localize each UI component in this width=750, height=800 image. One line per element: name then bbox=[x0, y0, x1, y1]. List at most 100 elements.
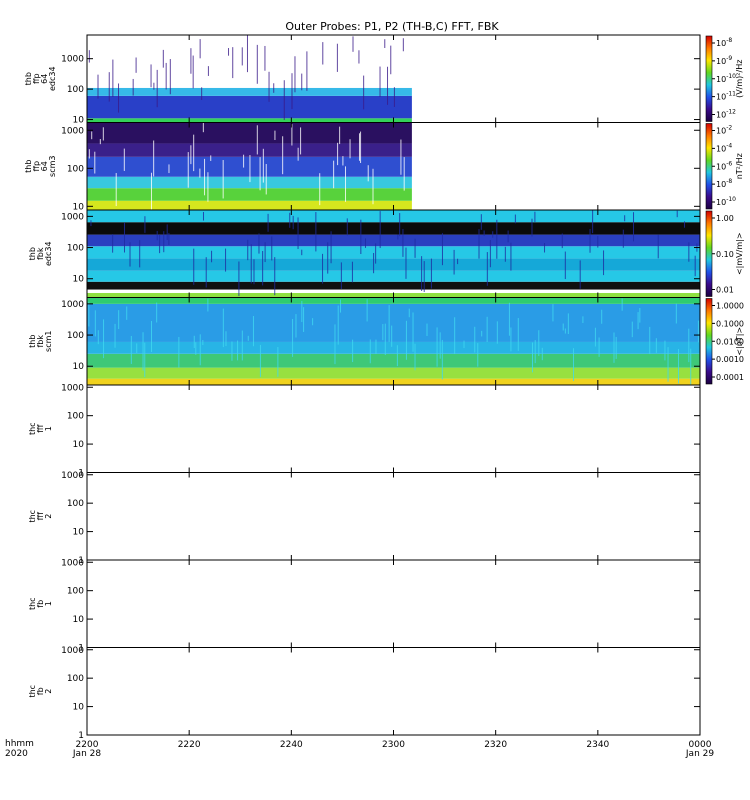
spectrogram-streak bbox=[247, 335, 249, 341]
y-tick-label: 100 bbox=[67, 331, 84, 341]
spectrogram-streak bbox=[327, 242, 329, 274]
y-tick-label: 1000 bbox=[61, 646, 84, 656]
colorbar-tick-label: 1.00 bbox=[716, 214, 734, 223]
spectrogram-streak bbox=[202, 339, 204, 345]
spectrogram-streak bbox=[340, 262, 342, 290]
spectrogram-streak bbox=[118, 83, 120, 113]
y-tick-label: 1000 bbox=[61, 558, 84, 568]
spectrogram-streak bbox=[573, 348, 575, 382]
spectrogram-streak bbox=[480, 214, 482, 230]
spectrogram-band bbox=[87, 289, 700, 293]
spectrogram-streak bbox=[193, 134, 195, 172]
spectrogram-streak bbox=[330, 231, 332, 264]
spectrogram-streak bbox=[246, 35, 248, 73]
spectrogram-streak bbox=[384, 39, 386, 49]
spectrogram-streak bbox=[688, 242, 690, 262]
panel-2: 1000 100 10 thb fbk edc34 1.00 0.10 0.01 <|mV/m|> bbox=[28, 209, 744, 298]
spectrogram-streak bbox=[103, 319, 105, 359]
spectrogram-streak bbox=[225, 248, 227, 272]
spectrogram-streak bbox=[538, 330, 540, 357]
spectrogram-streak bbox=[222, 160, 224, 199]
spectrogram-streak bbox=[295, 314, 297, 338]
spectrogram-streak bbox=[603, 250, 605, 276]
spectrogram-streak bbox=[337, 305, 339, 345]
panel-7: 1000100101thc fb 2 bbox=[28, 646, 701, 741]
spectrogram-streak bbox=[99, 139, 101, 145]
spectrogram-streak bbox=[264, 242, 266, 263]
y-tick-label: 100 bbox=[67, 85, 84, 95]
spectrogram-streak bbox=[633, 212, 635, 242]
spectrogram-streak bbox=[271, 236, 273, 261]
spectrogram-streak bbox=[199, 39, 201, 59]
spectrogram-streak bbox=[289, 212, 291, 228]
spectrogram-streak bbox=[657, 234, 659, 259]
spectrogram-streak bbox=[486, 316, 488, 343]
time-tick-label: 2340 bbox=[586, 740, 609, 750]
colorbar-tick-label: 10-4 bbox=[716, 142, 732, 153]
spectrogram-streak bbox=[534, 340, 536, 364]
spectrogram-streak bbox=[375, 243, 377, 264]
spectrogram-streak bbox=[481, 330, 483, 337]
spectrogram-streak bbox=[486, 252, 488, 286]
spectrogram-streak bbox=[156, 69, 158, 108]
spectrogram-streak bbox=[489, 240, 491, 268]
y-tick-label: 10 bbox=[73, 362, 85, 372]
colorbar bbox=[705, 298, 713, 385]
y-tick-label: 10 bbox=[73, 703, 85, 713]
y-tick-label: 100 bbox=[67, 499, 84, 509]
spectrogram-streak bbox=[367, 165, 369, 182]
spectrogram-streak bbox=[123, 222, 125, 253]
spectrogram-streak bbox=[517, 318, 519, 351]
spectrogram-band bbox=[87, 188, 412, 201]
panel-label: thc fff 2 bbox=[28, 510, 53, 523]
panel-6: 1000 100 10 1thc fb 1 bbox=[28, 558, 701, 654]
spectrogram-streak bbox=[207, 66, 209, 76]
spectrogram-streak bbox=[247, 239, 249, 261]
spectrogram-band bbox=[87, 122, 412, 144]
panel-frame bbox=[86, 559, 701, 648]
panels: 1000 100 10 thb ffp 64 edc34 10-8 10-9 10-10 10-11… bbox=[24, 34, 744, 741]
spectrogram-streak bbox=[387, 66, 389, 105]
spectrogram-streak bbox=[151, 320, 153, 352]
spectrogram-streak bbox=[561, 233, 563, 249]
spectrogram-streak bbox=[256, 44, 258, 84]
spectrogram-streak bbox=[534, 211, 536, 223]
spectrogram-streak bbox=[430, 258, 432, 289]
spectrogram-streak bbox=[405, 320, 407, 360]
spectrogram-streak bbox=[97, 330, 99, 345]
spectrogram-streak bbox=[202, 211, 204, 221]
spectrogram-streak bbox=[123, 148, 125, 171]
spectrogram-streak bbox=[274, 130, 276, 140]
time-tick-label: 2320 bbox=[484, 740, 507, 750]
spectrogram-streak bbox=[166, 224, 168, 241]
colorbar-label: <|mV/m|> bbox=[735, 232, 744, 275]
spectrogram-streak bbox=[237, 340, 239, 361]
spectrogram-streak bbox=[211, 250, 213, 263]
spectrogram-streak bbox=[360, 219, 362, 255]
panel-label: thb fbk edc34 bbox=[28, 241, 53, 266]
panel-label-line: 2 bbox=[44, 689, 53, 694]
y-tick-label: 100 bbox=[67, 674, 84, 684]
spectrogram-streak bbox=[474, 326, 476, 353]
spectrogram-streak bbox=[492, 231, 494, 238]
spectrogram-streak bbox=[408, 308, 410, 318]
spectrogram-streak bbox=[336, 43, 338, 72]
spectrogram-streak bbox=[201, 87, 203, 101]
spectrogram-streak bbox=[259, 344, 261, 377]
spectrogram-streak bbox=[156, 302, 158, 323]
spectrogram-streak bbox=[423, 261, 425, 292]
spectrogram-streak bbox=[205, 257, 207, 288]
spectrogram-streak bbox=[631, 321, 633, 338]
spectrogram-streak bbox=[301, 249, 303, 256]
spectrogram-band bbox=[87, 176, 412, 189]
spectrogram-streak bbox=[97, 74, 99, 99]
spectrogram-streak bbox=[102, 127, 104, 141]
spectrogram-streak bbox=[352, 339, 354, 363]
colorbar-tick-label: 10-9 bbox=[716, 55, 732, 66]
spectrogram-streak bbox=[162, 49, 164, 68]
spectrogram-streak bbox=[306, 51, 308, 91]
spectrogram-streak bbox=[88, 50, 90, 63]
spectrogram-streak bbox=[190, 48, 192, 74]
spectrogram-streak bbox=[312, 318, 314, 326]
spectrogram-streak bbox=[397, 234, 399, 240]
